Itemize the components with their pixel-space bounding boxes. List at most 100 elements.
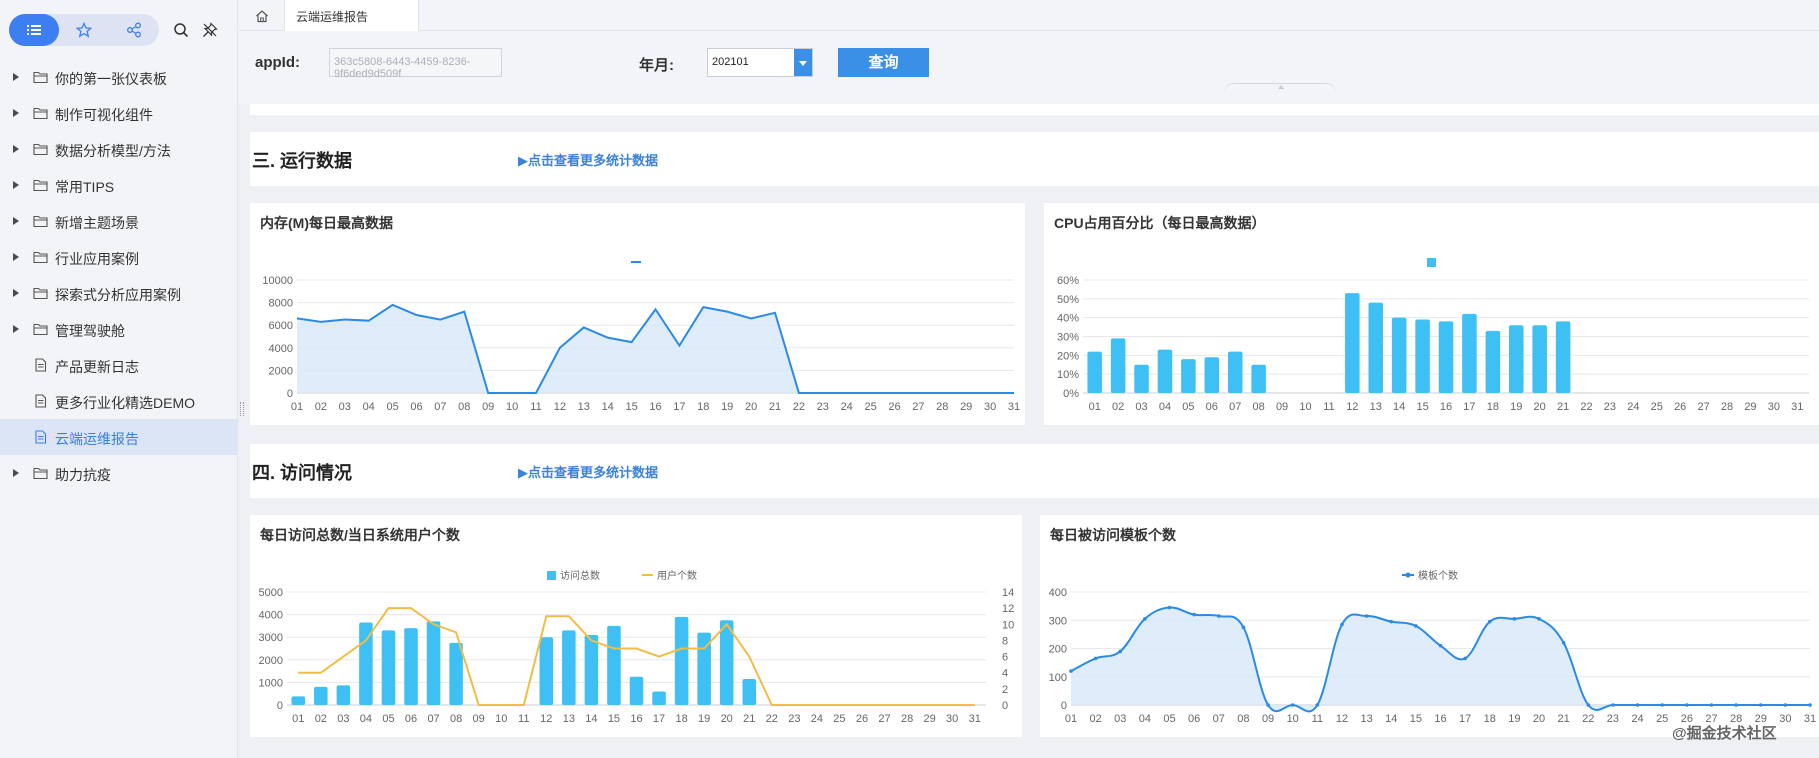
x-tick-label: 16 — [1434, 713, 1446, 725]
sidebar-item[interactable]: 数据分析模型/方法 — [0, 131, 238, 167]
x-tick-label: 12 — [1336, 713, 1348, 725]
sidebar-item[interactable]: 行业应用案例 — [0, 239, 238, 275]
folder-icon — [33, 143, 48, 156]
collapse-filter-handle[interactable] — [1224, 83, 1336, 93]
data-point — [1340, 622, 1344, 627]
content-strip — [250, 104, 1819, 115]
x-tick-label: 03 — [337, 713, 349, 725]
x-tick-label: 17 — [653, 713, 665, 725]
data-point — [1143, 617, 1147, 621]
folder-icon — [33, 323, 48, 336]
pin-button[interactable] — [195, 14, 225, 46]
sidebar-item[interactable]: 你的第一张仪表板 — [0, 59, 238, 95]
data-point — [1414, 624, 1418, 628]
sidebar-item[interactable]: 管理驾驶舱 — [0, 311, 238, 347]
x-tick-label: 10 — [506, 401, 518, 413]
bar — [426, 621, 441, 705]
more-stats-link[interactable]: ▶点击查看更多统计数据 — [518, 150, 658, 169]
data-point — [1315, 703, 1320, 707]
sidebar-item[interactable]: 更多行业化精选DEMO — [0, 383, 238, 419]
x-tick-label: 14 — [585, 713, 597, 725]
y-tick-label: 60% — [1057, 275, 1079, 287]
list-icon — [27, 25, 41, 35]
x-tick-label: 11 — [1312, 713, 1323, 725]
sidebar-item[interactable]: 新增主题场景 — [0, 203, 238, 239]
visits-chart: 0100020003000400050000246810121401 02 03 04… — [259, 569, 1015, 725]
x-tick-label: 25 — [1651, 401, 1663, 413]
bar — [1485, 330, 1501, 393]
x-tick-label: 01 — [1089, 401, 1101, 413]
x-tick-label: 22 — [766, 713, 778, 725]
tab-cloud-ops-report[interactable]: 云端运维报告 — [285, 0, 419, 31]
caret-right-icon[interactable] — [13, 289, 19, 297]
caret-right-icon[interactable] — [13, 253, 19, 261]
caret-right-icon[interactable] — [13, 109, 19, 117]
legend-label: 用户个数 — [657, 569, 697, 582]
sidebar-item-label: 数据分析模型/方法 — [55, 143, 171, 159]
x-tick-label: 06 — [405, 713, 417, 725]
document-icon — [35, 394, 47, 408]
caret-right-icon[interactable] — [13, 469, 19, 477]
bar — [1110, 338, 1126, 393]
appid-label: appId: — [255, 54, 300, 71]
y-tick-label: 50% — [1057, 294, 1079, 306]
appid-input[interactable]: 363c5808-6443-4459-8236-9f6ded9d509f — [329, 48, 502, 80]
share-button[interactable] — [109, 14, 159, 46]
document-icon — [35, 358, 47, 372]
data-point — [1266, 703, 1270, 707]
x-tick-label: 13 — [578, 401, 590, 413]
folder-icon — [33, 179, 48, 192]
y-tick-label: 10000 — [262, 275, 293, 287]
panel-splitter[interactable] — [240, 402, 244, 416]
sidebar-item[interactable]: 常用TIPS — [0, 167, 238, 203]
search-button[interactable] — [166, 14, 196, 46]
caret-right-icon[interactable] — [13, 325, 19, 333]
bar — [381, 630, 396, 705]
sidebar-item-label: 探索式分析应用案例 — [55, 287, 181, 303]
x-tick-label: 30 — [984, 401, 996, 413]
home-tab[interactable] — [239, 0, 285, 31]
x-tick-label: 07 — [434, 401, 446, 413]
caret-right-icon[interactable] — [13, 145, 19, 153]
chevron-down-icon[interactable] — [794, 49, 812, 76]
year-month-select[interactable]: 202101 — [707, 48, 813, 77]
x-tick-label: 13 — [563, 713, 575, 725]
sidebar-item[interactable]: 产品更新日志 — [0, 347, 238, 383]
bar — [1087, 351, 1102, 393]
query-button[interactable]: 查询 — [838, 48, 929, 77]
bar — [1204, 357, 1220, 393]
sidebar-item[interactable]: 助力抗疫 — [0, 455, 238, 491]
catalog-button[interactable] — [9, 14, 59, 46]
sidebar-item[interactable]: 探索式分析应用案例 — [0, 275, 238, 311]
data-point — [1685, 703, 1689, 707]
x-tick-label: 06 — [1206, 401, 1218, 413]
x-tick-label: 06 — [1188, 713, 1200, 725]
x-tick-label: 04 — [363, 401, 375, 413]
x-tick-label: 20 — [745, 401, 757, 413]
y-tick-label: 4000 — [269, 343, 293, 355]
x-tick-label: 20 — [721, 713, 733, 725]
x-tick-label: 20 — [1533, 713, 1545, 725]
x-tick-label: 18 — [697, 401, 709, 413]
favorites-button[interactable] — [59, 14, 109, 46]
x-tick-label: 10 — [495, 713, 507, 725]
more-stats-link[interactable]: ▶点击查看更多统计数据 — [518, 462, 658, 481]
caret-right-icon[interactable] — [13, 181, 19, 189]
sidebar-item[interactable]: 制作可视化组件 — [0, 95, 238, 131]
data-point — [1561, 641, 1566, 645]
caret-right-icon[interactable] — [13, 217, 19, 225]
x-tick-label: 15 — [1416, 401, 1428, 413]
x-tick-label: 19 — [1508, 713, 1520, 725]
x-tick-label: 14 — [1385, 713, 1397, 725]
bar — [1555, 321, 1571, 393]
x-tick-label: 13 — [1360, 713, 1372, 725]
data-point — [1512, 617, 1517, 621]
caret-right-icon[interactable] — [13, 73, 19, 81]
x-tick-label: 17 — [673, 401, 685, 413]
x-tick-label: 25 — [833, 713, 845, 725]
y-tick-label: 1000 — [259, 677, 283, 689]
x-tick-label: 22 — [1582, 713, 1594, 725]
folder-icon — [33, 107, 48, 120]
sidebar-item[interactable]: 云端运维报告 — [0, 419, 238, 455]
x-tick-label: 19 — [698, 713, 710, 725]
